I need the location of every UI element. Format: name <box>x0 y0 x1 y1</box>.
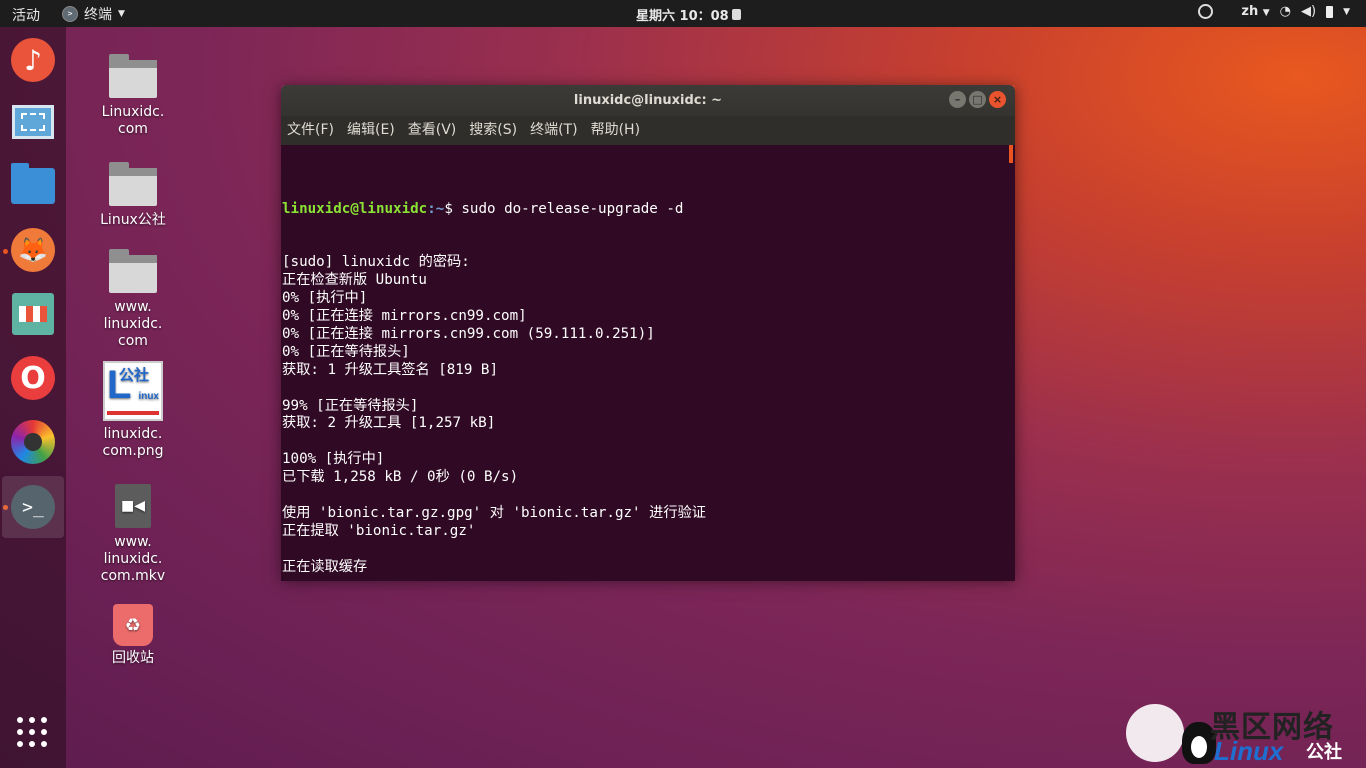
wifi-icon[interactable]: ◔ <box>1280 4 1291 19</box>
chevron-down-icon: ▼ <box>1262 8 1270 18</box>
notification-icon <box>731 9 741 20</box>
terminal-output-line: 0% [正在连接 mirrors.cn99.com (59.111.0.251)… <box>282 325 655 342</box>
desktop-icon-label: Linux公社 <box>100 212 166 228</box>
watermark-linux-text: Linux <box>1214 736 1284 766</box>
terminal-scrollbar[interactable] <box>1009 145 1013 163</box>
terminal-output-line: 0% [正在等待报头] <box>282 343 410 360</box>
prompt-user: linuxidc@linuxidc <box>282 200 428 217</box>
terminal-output-line: 正在检查新版 Ubuntu <box>282 272 427 289</box>
top-panel: 活动 > 终端 ▼ 星期六 10：08 zh ▼ ◔ ◀) ▼ <box>0 0 1366 27</box>
store-icon <box>12 293 54 335</box>
desktop-trash[interactable]: ♻ 回收站 <box>88 604 178 667</box>
language-indicator[interactable]: zh ▼ <box>1241 4 1269 19</box>
music-note-icon: ♪ <box>11 38 55 82</box>
battery-icon[interactable] <box>1326 5 1334 18</box>
watermark-gongshe-text: 公社 <box>1306 742 1342 763</box>
watermark-circle <box>1126 704 1184 762</box>
dock: ♪ 🦊 O >_ <box>0 27 66 768</box>
desktop-file-linuxidc-mkv[interactable]: ■◀ www. linuxidc. com.mkv <box>88 484 178 585</box>
software-update-icon[interactable] <box>1198 4 1214 19</box>
terminal-output[interactable]: linuxidc@linuxidc:~$ sudo do-release-upg… <box>281 145 1015 581</box>
folder-icon <box>109 162 157 206</box>
menu-terminal[interactable]: 终端(T) <box>530 116 577 145</box>
terminal-output-line: 使用 'bionic.tar.gz.gpg' 对 'bionic.tar.gz'… <box>282 504 706 521</box>
terminal-output-line: 获取: 1 升级工具签名 [819 B] <box>282 361 498 378</box>
desktop-folder-linuxidc-com[interactable]: Linuxidc. com <box>88 54 178 138</box>
trash-icon: ♻ <box>113 604 153 646</box>
dock-firefox[interactable]: 🦊 <box>8 225 58 275</box>
terminal-output-line: 0% [正在连接 mirrors.cn99.com] <box>282 308 527 325</box>
terminal-output-line: 0% [执行中] <box>282 290 368 307</box>
activities-button[interactable]: 活动 <box>12 5 40 25</box>
menu-search[interactable]: 搜索(S) <box>469 116 517 145</box>
folder-icon <box>11 163 55 204</box>
minimize-button[interactable]: – <box>949 91 966 108</box>
window-title: linuxidc@linuxidc: ~ <box>573 93 723 108</box>
volume-icon[interactable]: ◀) <box>1301 4 1316 19</box>
desktop-icon-label: 回收站 <box>112 650 154 666</box>
screenshot-icon <box>12 105 54 139</box>
dock-color-picker[interactable] <box>8 417 58 467</box>
terminal-output-line: 已下载 1,258 kB / 0秒 (0 B/s) <box>282 469 519 486</box>
dock-screenshot[interactable] <box>8 97 58 147</box>
desktop-icon-label: linuxidc. com.png <box>102 426 164 459</box>
terminal-icon: >_ <box>11 485 55 529</box>
prompt-path: :~ <box>427 200 445 217</box>
desktop-folder-linux-gongshe[interactable]: Linux公社 <box>88 162 178 229</box>
system-tray: zh ▼ ◔ ◀) ▼ <box>1198 4 1350 19</box>
app-menu-label: 终端 <box>84 7 112 23</box>
desktop-file-linuxidc-png[interactable]: L 公社 inux linuxidc. com.png <box>88 361 178 460</box>
image-thumbnail-icon: L 公社 inux <box>103 361 163 421</box>
desktop-icon-label: Linuxidc. com <box>101 104 165 137</box>
terminal-window[interactable]: linuxidc@linuxidc: ~ – □ × 文件(F) 编辑(E) 查… <box>281 85 1015 581</box>
app-menu[interactable]: > 终端 ▼ <box>62 4 125 24</box>
desktop-icon-label: www. linuxidc. com.mkv <box>100 534 166 584</box>
color-wheel-icon <box>11 420 55 464</box>
watermark-logo: 黑区网络 Linux 公社 <box>1126 700 1358 766</box>
dock-rhythmbox[interactable]: ♪ <box>8 35 58 85</box>
menu-edit[interactable]: 编辑(E) <box>347 116 395 145</box>
menu-view[interactable]: 查看(V) <box>408 116 457 145</box>
show-applications-button[interactable] <box>17 717 47 747</box>
prompt-line: linuxidc@linuxidc:~$ sudo do-release-upg… <box>282 201 1015 219</box>
terminal-output-line: 正在读取缓存 <box>282 558 368 575</box>
desktop-icon-label: www. linuxidc. com <box>103 299 163 349</box>
window-controls: – □ × <box>949 91 1006 108</box>
dock-software-store[interactable] <box>8 289 58 339</box>
prompt-command: $ sudo do-release-upgrade -d <box>444 200 684 217</box>
terminal-output-line: 99% [正在等待报头] <box>282 397 419 414</box>
language-label: zh <box>1241 4 1259 19</box>
menu-file[interactable]: 文件(F) <box>287 116 334 145</box>
clock-label: 星期六 10：08 <box>636 9 729 24</box>
folder-icon <box>109 249 157 293</box>
video-file-icon: ■◀ <box>115 484 151 528</box>
dock-opera[interactable]: O <box>8 353 58 403</box>
menu-help[interactable]: 帮助(H) <box>591 116 640 145</box>
terminal-output-line: 获取: 2 升级工具 [1,257 kB] <box>282 415 496 432</box>
maximize-button[interactable]: □ <box>969 91 986 108</box>
terminal-output-line: 正在提取 'bionic.tar.gz' <box>282 522 476 539</box>
dock-terminal[interactable]: >_ <box>2 476 64 538</box>
firefox-icon: 🦊 <box>11 228 55 272</box>
chevron-down-icon: ▼ <box>118 9 125 19</box>
terminal-output-line: [sudo] linuxidc 的密码: <box>282 254 470 271</box>
terminal-titlebar[interactable]: linuxidc@linuxidc: ~ – □ × <box>281 85 1015 116</box>
clock[interactable]: 星期六 10：08 <box>636 5 741 24</box>
terminal-app-icon: > <box>62 6 78 22</box>
close-button[interactable]: × <box>989 91 1006 108</box>
desktop-folder-www-linuxidc-com[interactable]: www. linuxidc. com <box>88 249 178 350</box>
terminal-menubar: 文件(F) 编辑(E) 查看(V) 搜索(S) 终端(T) 帮助(H) <box>281 116 1015 145</box>
system-menu-chevron-icon[interactable]: ▼ <box>1343 7 1350 17</box>
opera-icon: O <box>11 356 55 400</box>
terminal-output-line: 100% [执行中] <box>282 451 385 468</box>
folder-icon <box>109 54 157 98</box>
dock-files[interactable] <box>8 161 58 211</box>
